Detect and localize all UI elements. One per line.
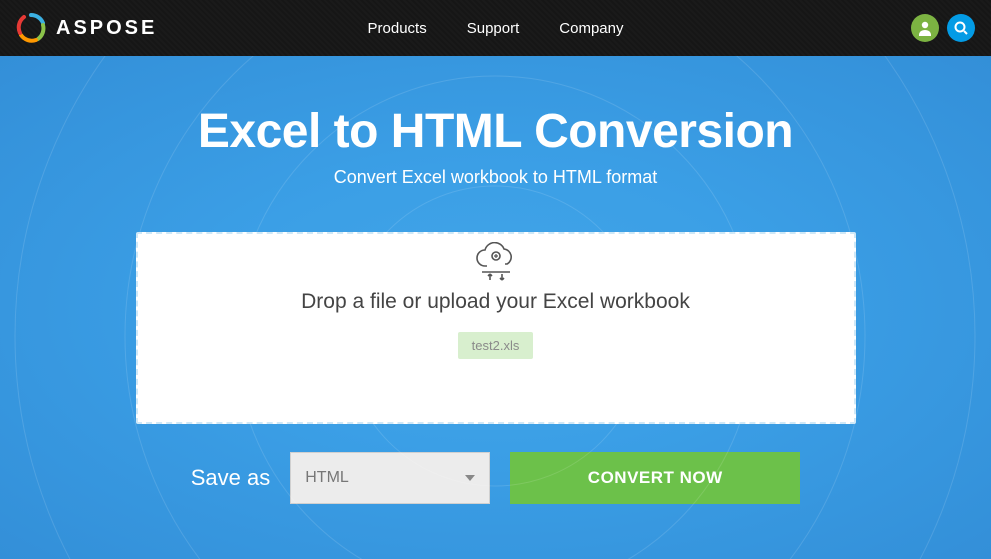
topbar-actions — [911, 14, 975, 42]
save-as-label: Save as — [191, 465, 271, 491]
hero: Excel to HTML Conversion Convert Excel w… — [0, 56, 991, 559]
topbar: ASPOSE Products Support Company — [0, 0, 991, 56]
dropzone-message: Drop a file or upload your Excel workboo… — [301, 290, 690, 314]
user-icon[interactable] — [911, 14, 939, 42]
file-dropzone[interactable]: Drop a file or upload your Excel workboo… — [136, 232, 856, 424]
uploaded-file-chip[interactable]: test2.xls — [458, 332, 534, 359]
format-select[interactable]: HTML — [290, 452, 490, 504]
page-subtitle: Convert Excel workbook to HTML format — [0, 167, 991, 188]
aspose-logo-icon — [16, 13, 46, 43]
chevron-down-icon — [465, 475, 475, 481]
nav-company[interactable]: Company — [559, 20, 623, 37]
main-nav: Products Support Company — [368, 20, 624, 37]
upload-cloud-icon — [472, 242, 520, 286]
search-icon[interactable] — [947, 14, 975, 42]
page-title: Excel to HTML Conversion — [0, 104, 991, 159]
convert-button[interactable]: CONVERT NOW — [510, 452, 800, 504]
nav-support[interactable]: Support — [467, 20, 520, 37]
controls-row: Save as HTML CONVERT NOW — [0, 452, 991, 504]
format-value: HTML — [305, 469, 349, 487]
brand-text: ASPOSE — [56, 17, 157, 40]
nav-products[interactable]: Products — [368, 20, 427, 37]
logo[interactable]: ASPOSE — [16, 13, 157, 43]
